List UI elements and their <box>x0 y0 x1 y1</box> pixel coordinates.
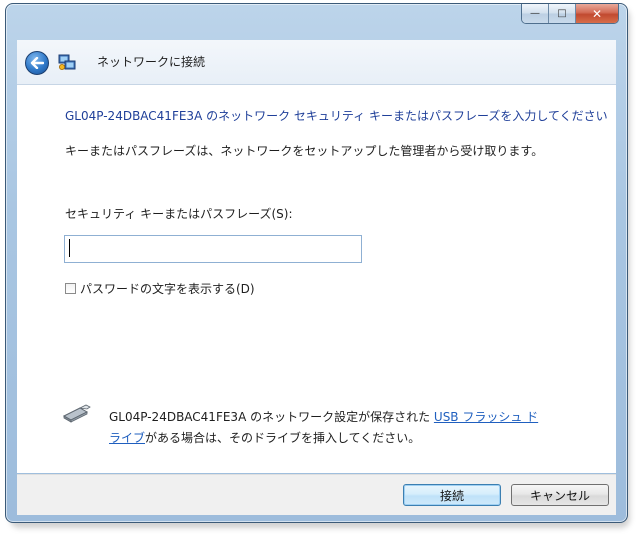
main-instruction: GL04P-24DBAC41FE3A のネットワーク セキュリティ キーまたはパ… <box>65 109 608 123</box>
network-icon <box>58 54 76 70</box>
usb-text-suffix: がある場合は、そのドライブを挿入してください。 <box>145 431 421 445</box>
dialog-header: ネットワークに接続 <box>17 40 616 85</box>
dialog-content: GL04P-24DBAC41FE3A のネットワーク セキュリティ キーまたはパ… <box>17 85 616 473</box>
dialog-title: ネットワークに接続 <box>97 55 206 69</box>
show-characters-checkbox[interactable] <box>65 283 76 294</box>
usb-info-text: GL04P-24DBAC41FE3A のネットワーク設定が保存された USB フ… <box>109 407 549 449</box>
dialog-window: — □ ✕ ネットワークに接続 GL04P-24DBAC41FE3A のネットワ… <box>5 3 628 523</box>
security-key-label: セキュリティ キーまたはパスフレーズ(S): <box>65 207 293 221</box>
caption-controls: — □ ✕ <box>521 4 619 24</box>
minimize-button[interactable]: — <box>522 4 549 23</box>
maximize-button[interactable]: □ <box>549 4 576 23</box>
back-button[interactable] <box>25 51 49 75</box>
cancel-button[interactable]: キャンセル <box>511 484 609 506</box>
description-text: キーまたはパスフレーズは、ネットワークをセットアップした管理者から受け取ります。 <box>65 144 544 158</box>
close-button[interactable]: ✕ <box>576 4 618 23</box>
dialog-footer: 接続 キャンセル <box>17 474 616 515</box>
usb-drive-icon <box>62 404 91 423</box>
connect-button[interactable]: 接続 <box>403 484 501 506</box>
show-characters-label: パスワードの文字を表示する(D) <box>80 282 255 296</box>
security-key-input[interactable] <box>64 235 362 263</box>
text-caret <box>69 239 70 257</box>
show-characters-option[interactable]: パスワードの文字を表示する(D) <box>65 280 255 297</box>
usb-text-prefix: GL04P-24DBAC41FE3A のネットワーク設定が保存された <box>109 410 434 424</box>
back-arrow-icon <box>30 57 44 69</box>
